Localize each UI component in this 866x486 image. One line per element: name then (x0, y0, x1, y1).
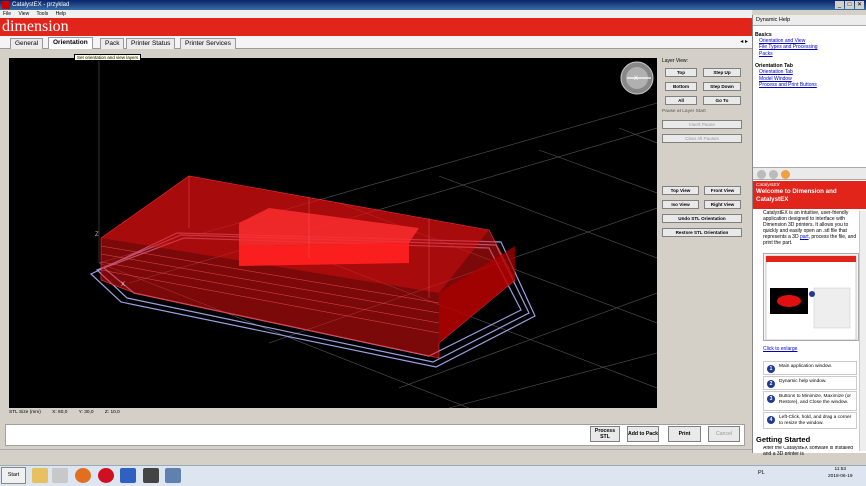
layer-view-label: Layer View: (662, 58, 689, 64)
brand-banner (0, 18, 752, 36)
step-up-button[interactable]: Step Up (703, 68, 741, 77)
help-step-1: 1 Main application window. (763, 361, 857, 375)
go-to-button[interactable]: Go To (703, 96, 741, 105)
insert-pause-button[interactable]: Insert Pause (662, 120, 742, 129)
dynamic-help-pane: Dynamic Help Basics Orientation and View… (752, 15, 866, 455)
status-strip (0, 449, 752, 465)
x-axis-label: X (121, 282, 125, 288)
file-explorer-icon[interactable] (32, 468, 48, 483)
front-view-button[interactable]: Front View (704, 186, 741, 195)
layer-top-button[interactable]: Top (665, 68, 697, 77)
model-window[interactable]: -X Z X (9, 58, 657, 408)
catalystex-task-icon[interactable] (165, 468, 181, 483)
app-icon (2, 1, 10, 9)
tab-general[interactable]: General (10, 38, 44, 49)
top-view-button[interactable]: Top View (662, 186, 699, 195)
restore-stl-orientation-button[interactable]: Restore STL Orientation (662, 228, 742, 237)
help-link-process-print[interactable]: Process and Print Buttons (759, 82, 858, 88)
help-step-4: 4 Left-Click, hold, and drag a corner to … (763, 412, 857, 429)
stl-size-label: STL Size (mm) (9, 410, 41, 415)
view-cube-label: -X (632, 76, 638, 82)
layer-bottom-button[interactable]: Bottom (665, 82, 697, 91)
forward-icon[interactable] (769, 170, 778, 179)
pause-label: Pause at Layer Start (662, 109, 706, 114)
z-axis-label: Z (95, 232, 99, 238)
clock[interactable]: 11:53 2018-06-19 (828, 467, 853, 480)
minimize-button[interactable]: _ (835, 1, 844, 9)
terminal-icon[interactable] (143, 468, 159, 483)
menu-bar: File View Tools Help (0, 10, 752, 18)
start-button[interactable]: Start (1, 467, 26, 484)
right-view-button[interactable]: Right View (704, 200, 741, 209)
step-down-button[interactable]: Step Down (703, 82, 741, 91)
help-intro: CatalystEX is an intuitive, user-friendl… (763, 210, 857, 246)
home-icon[interactable] (781, 170, 790, 179)
model-view-svg: -X Z X (89, 58, 657, 408)
menu-view[interactable]: View (18, 11, 29, 17)
getting-started-title: Getting Started (756, 435, 811, 444)
media-player-icon[interactable] (52, 468, 68, 483)
menu-tools[interactable]: Tools (37, 11, 49, 17)
tab-printer-services[interactable]: Printer Services (180, 38, 236, 49)
help-link-part[interactable]: part (800, 234, 809, 240)
brand-logo: dimension (2, 18, 69, 35)
thumbnail-svg (765, 255, 857, 341)
window-title-bar[interactable]: CatalystEX - przyklad _ □ ✕ (0, 0, 866, 10)
tab-orientation[interactable]: Orientation (48, 37, 93, 49)
print-button[interactable]: Print (668, 426, 701, 442)
help-step-3: 3 Buttons to Minimize, Maximize (or Resto… (763, 391, 857, 411)
help-screenshot-thumbnail[interactable] (763, 253, 859, 341)
tab-printer-status[interactable]: Printer Status (126, 38, 176, 49)
window-title: CatalystEX - przyklad (12, 2, 70, 8)
clear-all-pauses-button[interactable]: Clear All Pauses (662, 134, 742, 143)
maximize-button[interactable]: □ (845, 1, 854, 9)
help-nav-bar (753, 167, 866, 180)
language-indicator[interactable]: PL (758, 470, 765, 476)
help-header: Dynamic Help (753, 15, 866, 26)
help-scrollbar[interactable] (859, 211, 866, 451)
back-icon[interactable] (757, 170, 766, 179)
getting-started-text: After the CatalystEX software is install… (763, 446, 854, 455)
menu-file[interactable]: File (3, 11, 11, 17)
stl-size-readout: STL Size (mm) X: 60,0 Y: 30,0 Z: 10,0 (9, 409, 130, 417)
system-tray: PL (758, 470, 765, 476)
stl-size-x: X: 60,0 (52, 410, 68, 415)
iso-view-button[interactable]: Iso View (662, 200, 699, 209)
help-step-2: 2 Dynamic help window. (763, 376, 857, 390)
firefox-icon[interactable] (75, 468, 91, 483)
tab-scroll-arrows[interactable]: ◂ ▸ (740, 38, 748, 45)
cancel-button[interactable]: Cancel (708, 426, 740, 442)
save-app-icon[interactable] (120, 468, 136, 483)
help-link-packs[interactable]: Packs (759, 51, 858, 57)
tooltip: Set orientation and view layers (74, 54, 142, 61)
stl-size-y: Y: 30,0 (78, 410, 94, 415)
tab-strip: General Orientation Pack Printer Status … (0, 36, 752, 49)
add-to-pack-button[interactable]: Add to Pack (627, 426, 659, 442)
help-banner: CatalystEX Welcome to Dimension and Cata… (753, 181, 866, 209)
process-stl-button[interactable]: Process STL (590, 426, 620, 442)
layer-all-button[interactable]: All (665, 96, 697, 105)
click-to-enlarge-link[interactable]: Click to enlarge (763, 346, 797, 352)
stl-size-z: Z: 10,0 (104, 410, 120, 415)
opera-icon[interactable] (98, 468, 114, 483)
tab-pack[interactable]: Pack (100, 38, 125, 49)
close-button[interactable]: ✕ (855, 1, 864, 9)
menu-help[interactable]: Help (56, 11, 66, 17)
undo-stl-orientation-button[interactable]: Undo STL Orientation (662, 214, 742, 223)
help-topics: Basics Orientation and View File Types a… (755, 28, 858, 160)
help-banner-title: Welcome to Dimension and CatalystEX (756, 188, 837, 203)
